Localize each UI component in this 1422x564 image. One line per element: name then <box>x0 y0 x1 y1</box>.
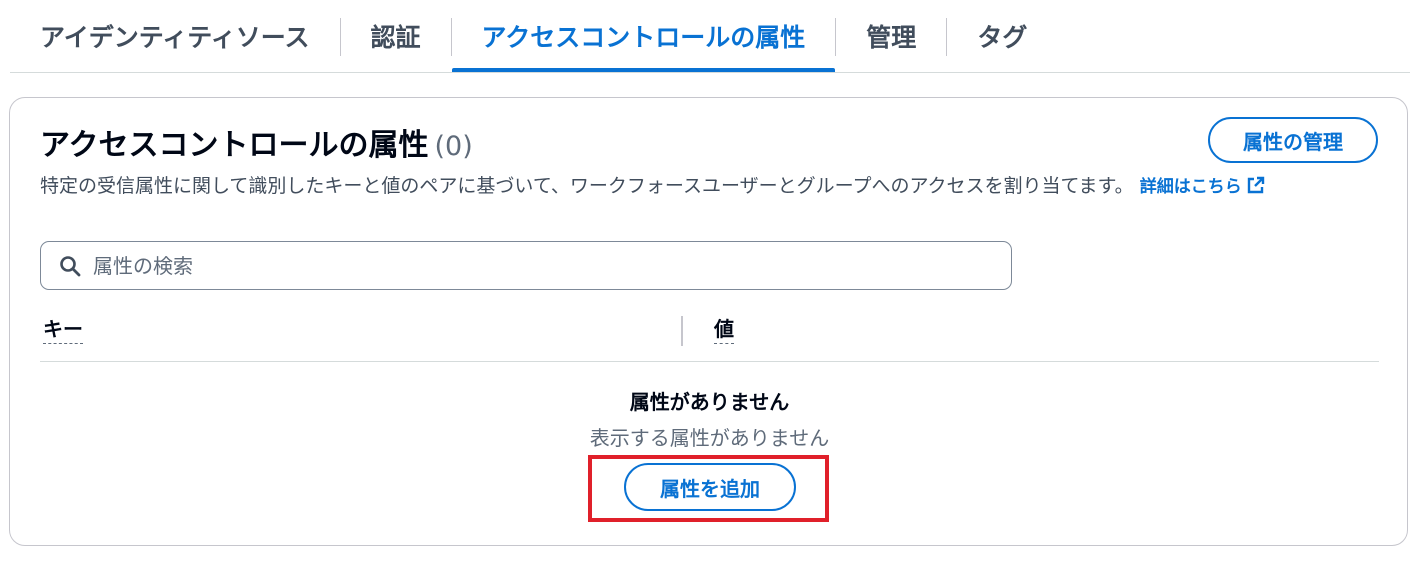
empty-state-title: 属性がありません <box>629 390 790 414</box>
panel-title-text: アクセスコントロールの属性 <box>40 128 429 163</box>
search-input[interactable] <box>91 252 975 279</box>
column-header-key[interactable]: キー <box>43 318 83 344</box>
tab-access-control-attributes[interactable]: アクセスコントロールの属性 <box>451 0 836 72</box>
panel-description: 特定の受信属性に関して識別したキーと値のペアに基づいて、ワークフォースユーザーと… <box>40 171 1370 205</box>
panel-title: アクセスコントロールの属性 (0) <box>40 120 473 164</box>
page: アイデンティティソース 認証 アクセスコントロールの属性 管理 タグ アクセスコ… <box>0 0 1422 564</box>
table-header: キー 値 <box>40 310 1379 362</box>
external-link-icon <box>1246 175 1266 205</box>
attribute-count: (0) <box>434 131 473 162</box>
tab-bar: アイデンティティソース 認証 アクセスコントロールの属性 管理 タグ <box>10 0 1410 73</box>
search-icon <box>59 255 81 277</box>
tab-authentication[interactable]: 認証 <box>341 0 451 72</box>
attribute-search[interactable] <box>40 241 1012 290</box>
learn-more-link[interactable]: 詳細はこちら <box>1139 176 1266 197</box>
manage-attributes-button[interactable]: 属性の管理 <box>1208 117 1378 163</box>
add-attribute-button[interactable]: 属性を追加 <box>624 463 796 511</box>
tab-tags[interactable]: タグ <box>947 0 1057 72</box>
attributes-panel: アクセスコントロールの属性 (0) 属性の管理 特定の受信属性に関して識別したキー… <box>9 97 1408 546</box>
tab-identity-source[interactable]: アイデンティティソース <box>10 0 340 72</box>
empty-state-subtitle: 表示する属性がありません <box>589 426 830 450</box>
description-text: 特定の受信属性に関して識別したキーと値のペアに基づいて、ワークフォースユーザーと… <box>40 175 1134 197</box>
learn-more-label: 詳細はこちら <box>1139 177 1242 197</box>
tab-management[interactable]: 管理 <box>836 0 946 72</box>
column-header-value[interactable]: 値 <box>714 318 734 344</box>
column-divider[interactable] <box>681 316 683 346</box>
